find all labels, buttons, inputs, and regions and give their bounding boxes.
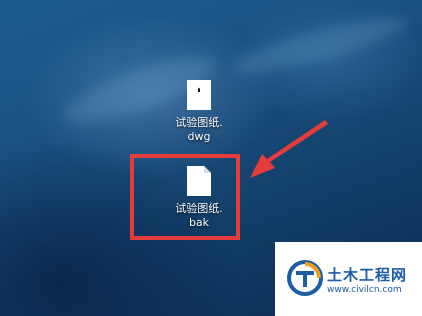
desktop-icon-dwg[interactable]: 试验图纸. dwg bbox=[164, 80, 234, 144]
watermark-title: 土木工程网 bbox=[327, 266, 408, 284]
dwg-file-name-line1: 试验图纸. bbox=[175, 116, 223, 129]
highlight-box bbox=[130, 154, 240, 240]
background-light-streak bbox=[229, 7, 411, 83]
dwg-file-icon bbox=[187, 80, 211, 110]
pointer-arrow-icon bbox=[250, 120, 328, 178]
watermark-logo: 土木工程网 www.civilcn.com bbox=[275, 242, 422, 316]
dwg-file-name-line2: dwg bbox=[187, 130, 211, 143]
watermark-url: www.civilcn.com bbox=[327, 285, 402, 295]
civilcn-logo-icon bbox=[287, 260, 323, 296]
